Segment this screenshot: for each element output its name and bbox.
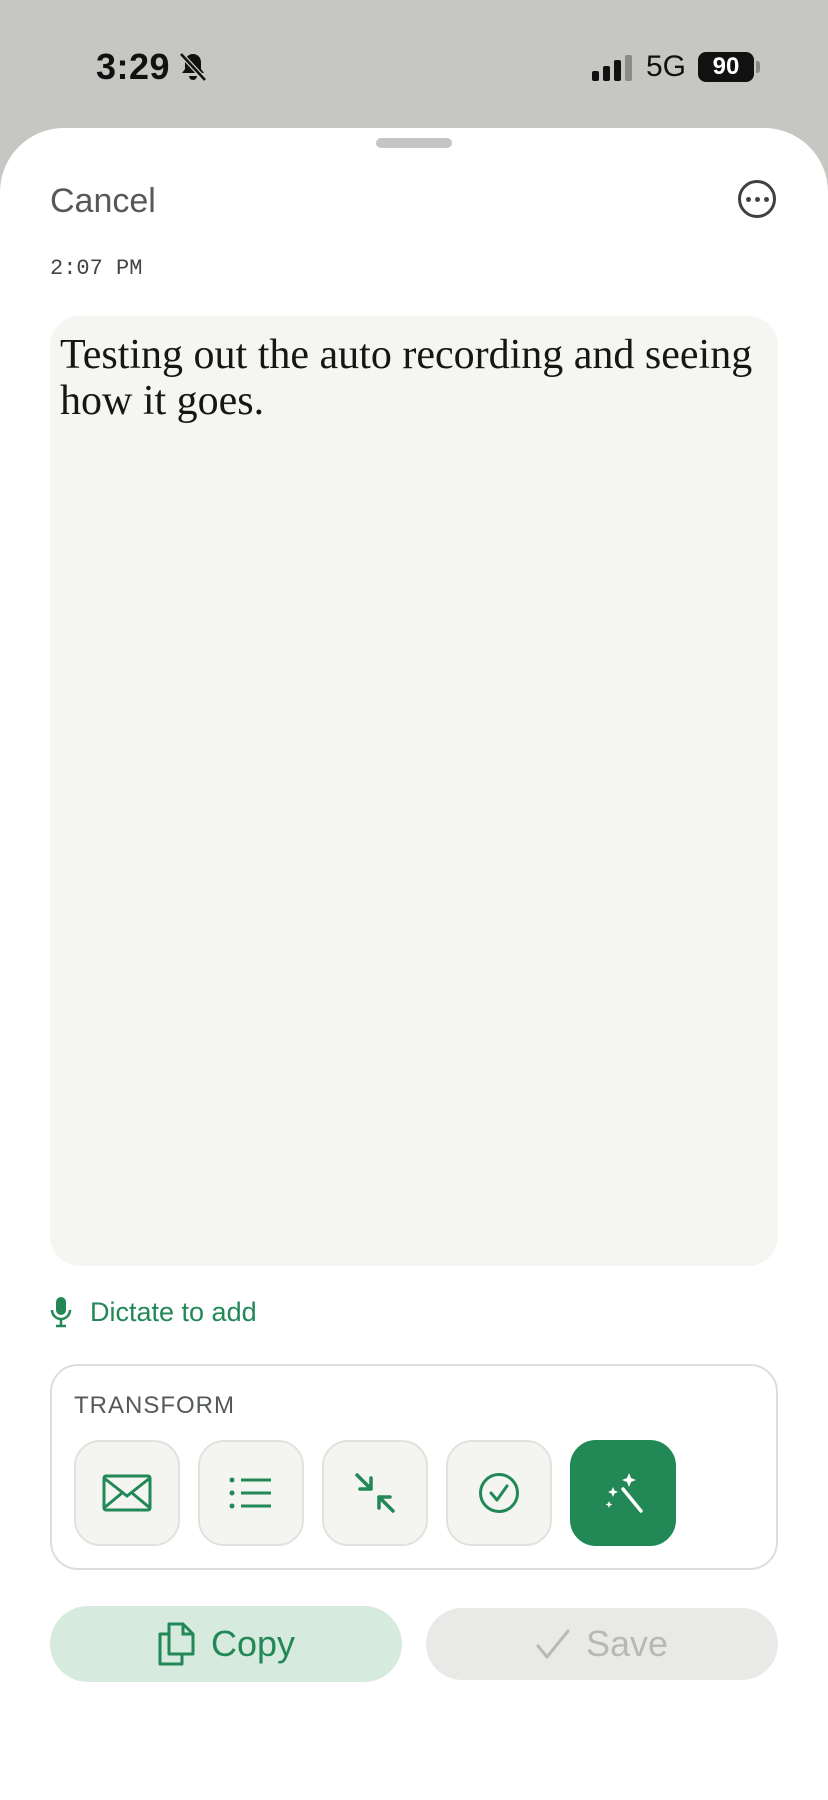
battery-tip — [756, 61, 760, 73]
sheet-grabber[interactable] — [376, 138, 452, 148]
microphone-icon — [50, 1297, 72, 1328]
note-text[interactable]: Testing out the auto recording and seein… — [60, 332, 768, 424]
status-bar: 3:29 5G 90 — [0, 0, 828, 130]
save-button[interactable]: Save — [426, 1608, 778, 1680]
signal-icon — [592, 55, 632, 81]
checkmark-icon — [536, 1629, 570, 1659]
transform-proofread-button[interactable] — [446, 1440, 552, 1546]
ellipsis-dot — [763, 196, 769, 202]
note-editor[interactable]: Testing out the auto recording and seein… — [50, 316, 778, 1266]
note-sheet: Cancel 2:07 PM Testing out the auto reco… — [0, 128, 828, 1800]
transform-panel: TRANSFORM — [50, 1364, 778, 1570]
transform-list-button[interactable] — [198, 1440, 304, 1546]
copy-label: Copy — [210, 1623, 296, 1664]
cancel-button[interactable]: Cancel — [50, 182, 156, 221]
magic-wand-icon — [605, 1473, 643, 1513]
transform-shorten-button[interactable] — [322, 1440, 428, 1546]
shrink-icon — [355, 1473, 395, 1513]
copy-button[interactable]: Copy — [50, 1606, 402, 1682]
check-circle-icon — [479, 1473, 519, 1513]
transform-title: TRANSFORM — [74, 1392, 235, 1419]
copy-icon — [158, 1622, 195, 1666]
save-label: Save — [585, 1623, 669, 1664]
dictate-label: Dictate to add — [90, 1296, 257, 1327]
dictate-button[interactable]: Dictate to add — [50, 1296, 257, 1328]
ellipsis-circle-icon — [745, 196, 751, 202]
more-options-button[interactable] — [738, 180, 776, 218]
battery-icon: 90 — [698, 52, 754, 82]
transform-email-button[interactable] — [74, 1440, 180, 1546]
battery-level: 90 — [712, 53, 740, 80]
list-icon — [229, 1477, 271, 1509]
transform-magic-button[interactable] — [570, 1440, 676, 1546]
bell-slash-icon — [179, 52, 207, 82]
status-time: 3:29 — [96, 46, 171, 87]
mail-icon — [102, 1474, 152, 1512]
note-timestamp: 2:07 PM — [50, 256, 143, 281]
network-label: 5G — [646, 50, 687, 83]
ellipsis-dot — [754, 196, 760, 202]
